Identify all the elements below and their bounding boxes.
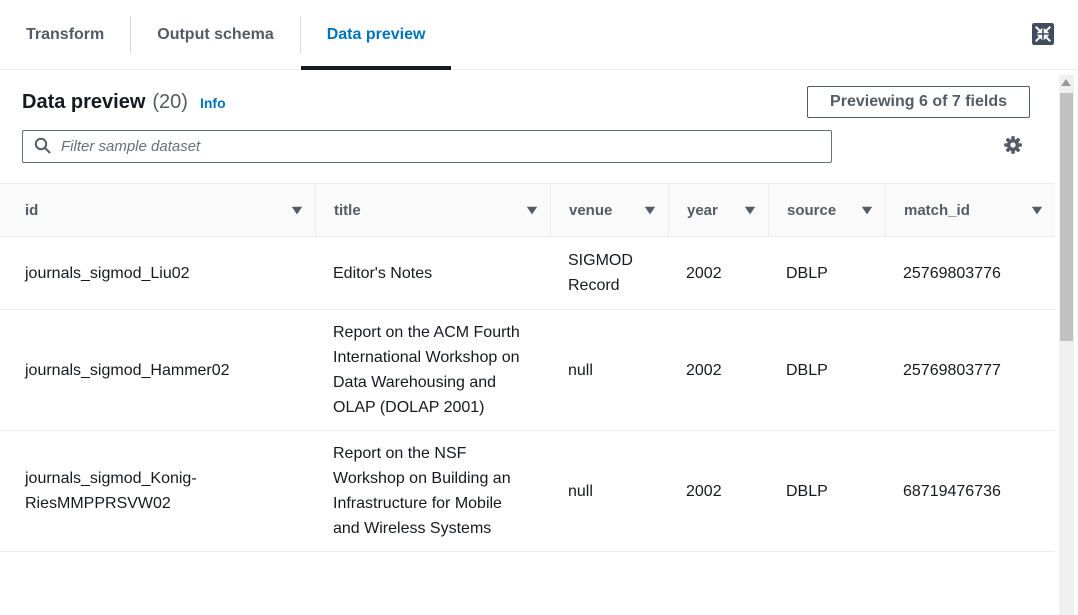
- cell-id: journals_sigmod_Hammer02: [0, 310, 315, 430]
- column-label: venue: [569, 201, 612, 220]
- column-label: source: [787, 201, 836, 220]
- column-filter-icon[interactable]: [644, 206, 656, 215]
- page-title: Data preview: [22, 91, 145, 114]
- cell-year: 2002: [668, 310, 768, 430]
- column-filter-icon[interactable]: [744, 206, 756, 215]
- data-preview-table: id title venue year source: [0, 183, 1055, 552]
- table-row: journals_sigmod_Konig-RiesMMPPRSVW02 Rep…: [0, 431, 1055, 552]
- column-filter-icon[interactable]: [526, 206, 538, 215]
- scrollbar-up-arrow-icon[interactable]: [1061, 79, 1071, 86]
- tab-label: Data preview: [327, 26, 426, 44]
- tab-bar: Transform Output schema Data preview: [0, 0, 1078, 70]
- info-link[interactable]: Info: [200, 95, 226, 111]
- filter-sample-dataset-input[interactable]: [22, 130, 832, 163]
- table-row: journals_sigmod_Hammer02 Report on the A…: [0, 310, 1055, 431]
- cell-text: DBLP: [786, 261, 828, 286]
- cell-venue: null: [550, 310, 668, 430]
- cell-text: Report on the NSF Workshop on Building a…: [333, 441, 523, 541]
- title-group: Data preview (20) Info: [22, 91, 807, 114]
- tab-data-preview[interactable]: Data preview: [301, 0, 452, 69]
- cell-id: journals_sigmod_Konig-RiesMMPPRSVW02: [0, 431, 315, 551]
- cell-text: 2002: [686, 358, 722, 383]
- cell-text: 2002: [686, 479, 722, 504]
- column-header-id: id: [0, 184, 315, 236]
- cell-text: Report on the ACM Fourth International W…: [333, 320, 523, 420]
- tab-transform[interactable]: Transform: [0, 0, 130, 69]
- cell-text: DBLP: [786, 479, 828, 504]
- cell-text: journals_sigmod_Konig-RiesMMPPRSVW02: [25, 466, 285, 516]
- cell-venue: SIGMOD Record: [550, 237, 668, 309]
- vertical-scrollbar[interactable]: [1059, 75, 1074, 615]
- tab-output-schema[interactable]: Output schema: [131, 0, 299, 69]
- row-count-badge: (20): [152, 91, 188, 114]
- cell-text: 68719476736: [903, 479, 1001, 504]
- cell-match-id: 25769803777: [885, 310, 1055, 430]
- column-filter-icon[interactable]: [1031, 206, 1043, 215]
- cell-match-id: 25769803776: [885, 237, 1055, 309]
- table-preferences-gear-icon[interactable]: [1003, 135, 1023, 155]
- arrows-inward-icon: [1032, 23, 1054, 45]
- cell-source: DBLP: [768, 237, 885, 309]
- cell-id: journals_sigmod_Liu02: [0, 237, 315, 309]
- cell-text: 25769803777: [903, 358, 1001, 383]
- column-header-match-id: match_id: [885, 184, 1055, 236]
- column-header-source: source: [768, 184, 885, 236]
- cell-text: SIGMOD Record: [568, 248, 641, 298]
- column-label: match_id: [904, 201, 970, 220]
- cell-year: 2002: [668, 237, 768, 309]
- cell-title: Report on the ACM Fourth International W…: [315, 310, 550, 430]
- cell-match-id: 68719476736: [885, 431, 1055, 551]
- cell-text: journals_sigmod_Hammer02: [25, 358, 230, 383]
- expand-panel-icon[interactable]: [1032, 23, 1054, 45]
- column-label: year: [687, 201, 718, 220]
- section-header: Data preview (20) Info Previewing 6 of 7…: [22, 86, 1030, 118]
- cell-text: 2002: [686, 261, 722, 286]
- column-filter-icon[interactable]: [861, 206, 873, 215]
- cell-year: 2002: [668, 431, 768, 551]
- filter-row: [22, 130, 1056, 163]
- tab-label: Transform: [26, 26, 104, 44]
- column-header-venue: venue: [550, 184, 668, 236]
- cell-source: DBLP: [768, 310, 885, 430]
- scrollbar-thumb[interactable]: [1060, 93, 1073, 341]
- table-row: journals_sigmod_Liu02 Editor's Notes SIG…: [0, 237, 1055, 310]
- tab-label: Output schema: [157, 26, 273, 44]
- cell-text: null: [568, 479, 593, 504]
- column-header-year: year: [668, 184, 768, 236]
- column-label: id: [25, 201, 38, 220]
- cell-text: null: [568, 358, 593, 383]
- column-label: title: [334, 201, 361, 220]
- table-header-row: id title venue year source: [0, 184, 1055, 237]
- cell-text: Editor's Notes: [333, 261, 432, 286]
- cell-source: DBLP: [768, 431, 885, 551]
- column-filter-icon[interactable]: [291, 206, 303, 215]
- cell-text: 25769803776: [903, 261, 1001, 286]
- column-header-title: title: [315, 184, 550, 236]
- cell-title: Report on the NSF Workshop on Building a…: [315, 431, 550, 551]
- cell-title: Editor's Notes: [315, 237, 550, 309]
- previewing-fields-button[interactable]: Previewing 6 of 7 fields: [807, 86, 1030, 118]
- cell-text: journals_sigmod_Liu02: [25, 261, 190, 286]
- cell-text: DBLP: [786, 358, 828, 383]
- cell-venue: null: [550, 431, 668, 551]
